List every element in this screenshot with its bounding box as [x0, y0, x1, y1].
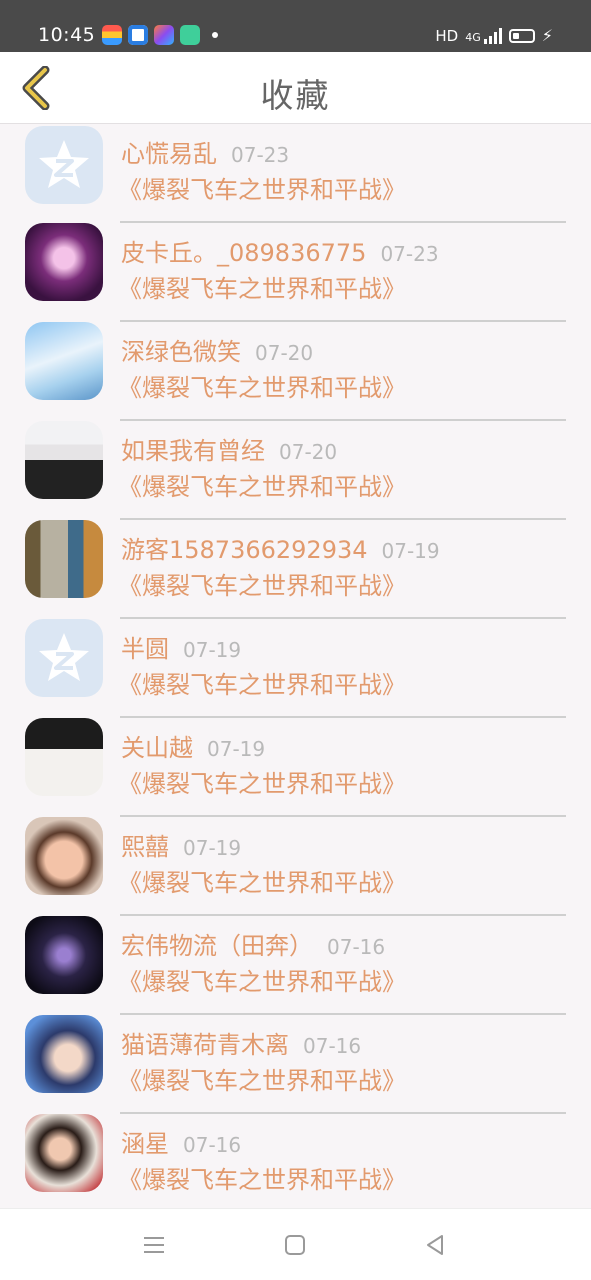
favorite-date: 07-19 [183, 638, 242, 662]
favorite-date: 07-16 [303, 1034, 362, 1058]
user-avatar[interactable] [25, 916, 103, 994]
user-name: 皮卡丘。_089836775 [121, 239, 367, 267]
user-avatar[interactable] [25, 718, 103, 796]
book-title-link[interactable]: 《爆裂飞车之世界和平战》 [118, 764, 406, 799]
user-name: 熙囍 [121, 833, 169, 861]
user-name: 心慌易乱 [121, 140, 217, 168]
name-date-line: 关山越 07-19 [121, 728, 265, 763]
name-date-line: 半圆 07-19 [121, 629, 241, 664]
list-item[interactable]: 关山越 07-19 《爆裂飞车之世界和平战》 [0, 718, 591, 817]
user-name: 关山越 [121, 734, 193, 762]
default-star-avatar-icon[interactable] [25, 619, 103, 697]
user-name: 半圆 [121, 635, 169, 663]
favorite-date: 07-23 [380, 242, 439, 266]
signal-icon: 4G [465, 27, 502, 44]
list-item[interactable]: 猫语薄荷青木离 07-16 《爆裂飞车之世界和平战》 [0, 1015, 591, 1114]
user-name: 深绿色微笑 [121, 338, 241, 366]
name-date-line: 猫语薄荷青木离 07-16 [121, 1025, 361, 1060]
list-item[interactable]: 半圆 07-19 《爆裂飞车之世界和平战》 [0, 619, 591, 718]
favorite-date: 07-23 [231, 143, 290, 167]
menu-button[interactable] [138, 1229, 170, 1261]
book-title-link[interactable]: 《爆裂飞车之世界和平战》 [118, 566, 406, 601]
favorite-date: 07-20 [279, 440, 338, 464]
favorites-list: 心慌易乱 07-23 《爆裂飞车之世界和平战》 皮卡丘。_089836775 07-23… [0, 124, 591, 1208]
list-item[interactable]: 心慌易乱 07-23 《爆裂飞车之世界和平战》 [0, 124, 591, 223]
favorite-date: 07-16 [183, 1133, 242, 1157]
status-app-icons [102, 25, 218, 45]
wallet-app-icon [102, 25, 122, 45]
back-triangle-icon [427, 1235, 443, 1255]
battery-icon [508, 28, 535, 43]
book-title-link[interactable]: 《爆裂飞车之世界和平战》 [118, 665, 406, 700]
name-date-line: 游客1587366292934 07-19 [121, 530, 440, 565]
book-title-link[interactable]: 《爆裂飞车之世界和平战》 [118, 170, 406, 205]
book-title-link[interactable]: 《爆裂飞车之世界和平战》 [118, 1160, 406, 1195]
name-date-line: 如果我有曾经 07-20 [121, 431, 337, 466]
name-date-line: 深绿色微笑 07-20 [121, 332, 313, 367]
user-name: 游客1587366292934 [121, 536, 368, 564]
list-item[interactable]: 如果我有曾经 07-20 《爆裂飞车之世界和平战》 [0, 421, 591, 520]
notification-dot-icon [212, 32, 218, 38]
user-avatar[interactable] [25, 421, 103, 499]
menu-icon [144, 1237, 164, 1253]
list-item[interactable]: 皮卡丘。_089836775 07-23 《爆裂飞车之世界和平战》 [0, 223, 591, 322]
back-nav-button[interactable] [419, 1229, 451, 1261]
status-time: 10:45 [38, 24, 96, 46]
user-avatar[interactable] [25, 223, 103, 301]
book-title-link[interactable]: 《爆裂飞车之世界和平战》 [118, 962, 406, 997]
name-date-line: 皮卡丘。_089836775 07-23 [121, 233, 439, 268]
system-nav-bar [0, 1208, 591, 1280]
book-title-link[interactable]: 《爆裂飞车之世界和平战》 [118, 1061, 406, 1096]
list-item[interactable]: 涵星 07-16 《爆裂飞车之世界和平战》 [0, 1114, 591, 1208]
home-square-icon [285, 1235, 305, 1255]
network-type-label: HD [435, 26, 459, 45]
signal-label: 4G [465, 30, 481, 44]
charging-bolt-icon: ⚡ [541, 26, 553, 45]
user-name: 涵星 [121, 1130, 169, 1158]
name-date-line: 熙囍 07-19 [121, 827, 241, 862]
user-name: 如果我有曾经 [121, 437, 265, 465]
book-title-link[interactable]: 《爆裂飞车之世界和平战》 [118, 269, 406, 304]
book-title-link[interactable]: 《爆裂飞车之世界和平战》 [118, 467, 406, 502]
user-name: 宏伟物流（田奔） [121, 932, 313, 960]
gallery-app-icon [154, 25, 174, 45]
user-avatar[interactable] [25, 520, 103, 598]
list-item[interactable]: 游客1587366292934 07-19 《爆裂飞车之世界和平战》 [0, 520, 591, 619]
star-z-icon [39, 633, 89, 681]
book-title-link[interactable]: 《爆裂飞车之世界和平战》 [118, 368, 406, 403]
name-date-line: 心慌易乱 07-23 [121, 134, 289, 169]
favorite-date: 07-16 [327, 935, 386, 959]
user-avatar[interactable] [25, 817, 103, 895]
book-title-link[interactable]: 《爆裂飞车之世界和平战》 [118, 863, 406, 898]
list-item[interactable]: 深绿色微笑 07-20 《爆裂飞车之世界和平战》 [0, 322, 591, 421]
star-z-icon [39, 140, 89, 188]
user-avatar[interactable] [25, 1114, 103, 1192]
browser-app-icon [128, 25, 148, 45]
status-bar: 10:45 HD 4G ⚡ [0, 0, 591, 52]
favorite-date: 07-19 [183, 836, 242, 860]
home-button[interactable] [279, 1229, 311, 1261]
user-avatar[interactable] [25, 322, 103, 400]
chat-app-icon [180, 25, 200, 45]
favorite-date: 07-19 [381, 539, 440, 563]
favorite-date: 07-20 [255, 341, 314, 365]
user-name: 猫语薄荷青木离 [121, 1031, 289, 1059]
list-item[interactable]: 宏伟物流（田奔） 07-16 《爆裂飞车之世界和平战》 [0, 916, 591, 1015]
page-title: 收藏 [260, 76, 331, 115]
status-indicators: HD 4G ⚡ [435, 26, 553, 45]
user-avatar[interactable] [25, 1015, 103, 1093]
default-star-avatar-icon[interactable] [25, 126, 103, 204]
header-bar: 收藏 [0, 52, 591, 124]
list-item[interactable]: 熙囍 07-19 《爆裂飞车之世界和平战》 [0, 817, 591, 916]
name-date-line: 涵星 07-16 [121, 1124, 241, 1159]
name-date-line: 宏伟物流（田奔） 07-16 [121, 926, 385, 961]
favorite-date: 07-19 [207, 737, 266, 761]
